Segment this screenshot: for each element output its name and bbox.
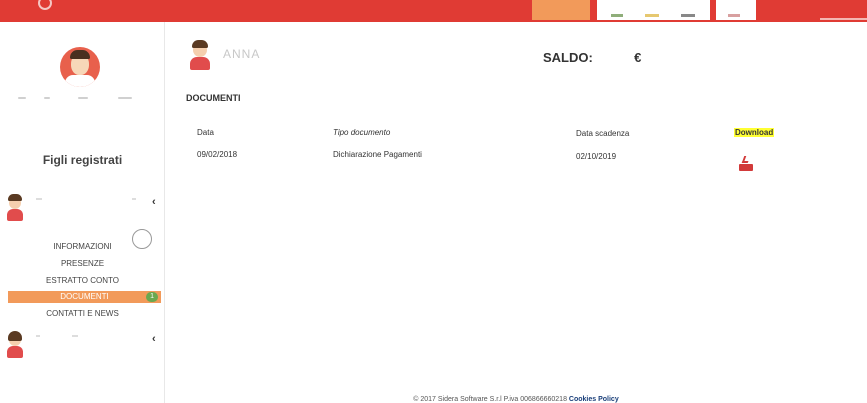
header-action-button[interactable] — [532, 0, 590, 20]
menu-item-informazioni[interactable]: INFORMAZIONI — [0, 242, 165, 251]
child-avatar — [6, 331, 24, 359]
cell-data: 09/02/2018 — [197, 150, 238, 159]
avatar-body — [7, 209, 23, 221]
column-header-data-scadenza: Data scadenza — [576, 129, 630, 138]
balance-currency: € — [634, 50, 642, 65]
avatar-hair — [8, 194, 22, 201]
logo-icon[interactable] — [38, 0, 52, 10]
main-content: ANNA SALDO: € DOCUMENTI Data Tipo docume… — [165, 22, 867, 403]
documents-count-badge: 1 — [146, 292, 158, 302]
balance-label: SALDO: — [543, 50, 593, 65]
user-icon — [728, 14, 740, 17]
blurred-child-name — [36, 335, 40, 337]
chevron-left-icon[interactable]: ‹ — [152, 333, 156, 345]
menu-item-estratto-conto[interactable]: ESTRATTO CONTO — [0, 276, 165, 285]
avatar-body — [190, 57, 210, 70]
balance-display: SALDO: € — [543, 50, 641, 65]
page-title: DOCUMENTI — [186, 93, 241, 103]
avatar-hair — [70, 50, 90, 59]
child-row-1[interactable]: ‹ — [0, 194, 165, 224]
top-bar — [0, 0, 867, 22]
column-header-tipo-documento: Tipo documento — [333, 128, 391, 137]
cookies-policy-link[interactable]: Cookies Policy — [569, 396, 619, 403]
blurred-child-name — [36, 198, 42, 200]
cell-data-scadenza: 02/10/2019 — [576, 152, 617, 161]
blurred-parent-name — [18, 97, 26, 99]
notification-icon — [645, 14, 659, 17]
pdf-download-icon[interactable] — [738, 156, 754, 172]
header-user-button[interactable] — [716, 0, 756, 20]
menu-icon — [681, 14, 695, 17]
avatar-hair — [8, 331, 22, 341]
blurred-parent-name — [44, 97, 50, 99]
footer: © 2017 Sidera Software S.r.l P.iva 00686… — [165, 396, 867, 403]
parent-avatar — [60, 47, 100, 87]
flag-icon — [611, 14, 623, 17]
menu-item-contatti-news[interactable]: CONTATTI E NEWS — [0, 309, 165, 318]
menu-item-documenti[interactable]: DOCUMENTI 1 — [8, 291, 161, 303]
chevron-left-icon[interactable]: ‹ — [152, 196, 156, 208]
header-menu[interactable] — [597, 0, 710, 20]
blurred-child-name — [72, 335, 78, 337]
blurred-parent-name — [78, 97, 88, 99]
download-tray — [739, 164, 753, 171]
column-header-data: Data — [197, 128, 214, 137]
avatar-hair — [192, 40, 208, 48]
footer-text: © 2017 Sidera Software S.r.l P.iva 00686… — [413, 396, 567, 403]
cell-tipo-documento: Dichiarazione Pagamenti — [333, 150, 422, 159]
selected-child-name: ANNA — [223, 47, 261, 61]
menu-item-presenze[interactable]: PRESENZE — [0, 259, 165, 268]
blurred-child-name — [132, 198, 136, 200]
avatar-body — [7, 346, 23, 358]
children-section-title: Figli registrati — [42, 153, 123, 167]
download-arrow — [741, 156, 751, 163]
blurred-parent-name — [118, 97, 132, 99]
child-row-2[interactable]: ‹ — [0, 331, 165, 361]
avatar-shirt — [65, 75, 95, 87]
column-header-download: Download — [734, 128, 775, 137]
child-avatar — [6, 194, 24, 222]
menu-item-label: DOCUMENTI — [60, 292, 109, 301]
selected-child-avatar — [189, 40, 211, 70]
header-divider — [820, 18, 867, 20]
sidebar: Figli registrati ‹ INFORMAZIONI PRESENZE… — [0, 22, 165, 403]
